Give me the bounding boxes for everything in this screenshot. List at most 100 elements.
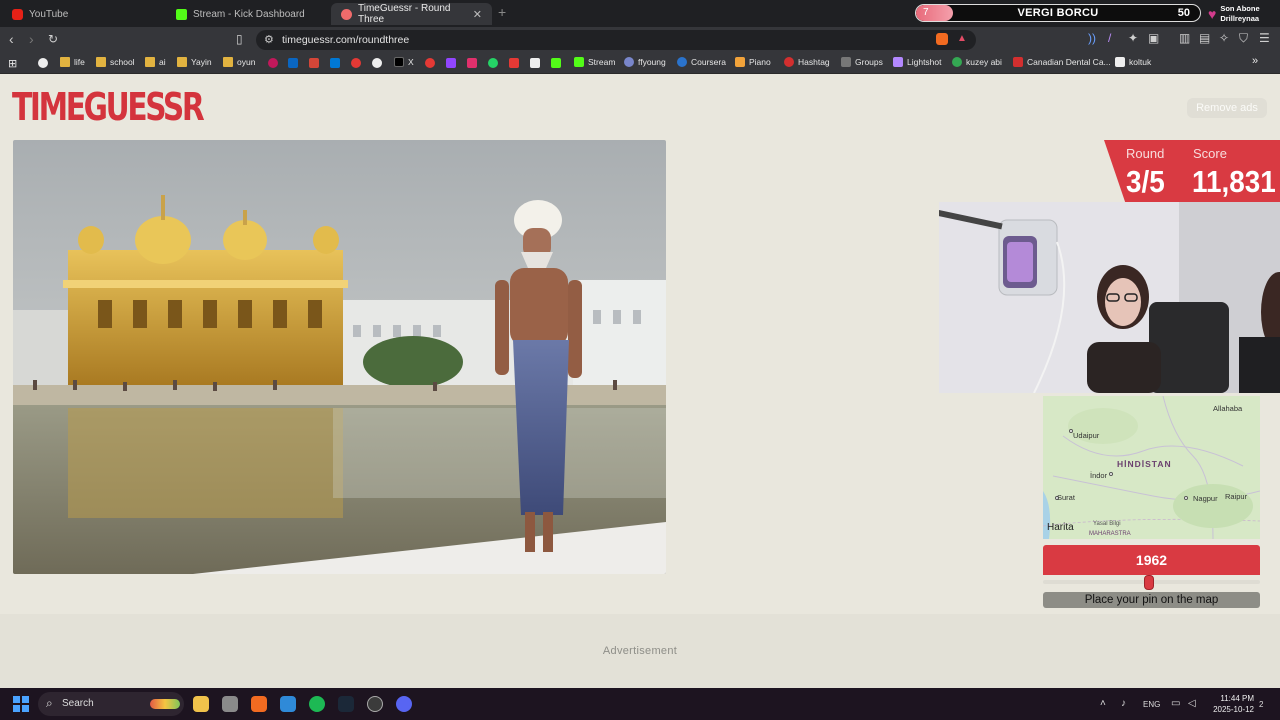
timeguessr-page: TIMEGUESSR Remove ads Round Score 3/5 11…: [0, 75, 1280, 688]
city-label: Nagpur: [1193, 494, 1218, 503]
leo-ai-icon[interactable]: ✧: [1219, 31, 1229, 45]
search-icon: ⌕: [46, 696, 53, 710]
file-explorer-icon[interactable]: [193, 696, 209, 712]
new-tab-button[interactable]: +: [498, 4, 506, 20]
bookmark-app-icon[interactable]: [425, 58, 435, 68]
bookmark-x[interactable]: X: [394, 57, 414, 67]
clock-time: 11:44 PM: [1220, 694, 1254, 703]
extensions-icon[interactable]: ✦: [1128, 31, 1138, 45]
url-field[interactable]: ⚙ timeguessr.com/roundthree: [256, 30, 976, 50]
year-slider-thumb[interactable]: [1144, 575, 1155, 590]
network-icon[interactable]: ▭: [1171, 698, 1180, 709]
discord-icon[interactable]: [396, 696, 412, 712]
lightshot-icon: [893, 57, 903, 67]
tab-timeguessr[interactable]: TimeGuessr - Round Three ✕: [331, 3, 492, 25]
close-tab-icon[interactable]: ✕: [473, 8, 482, 21]
spotify-icon[interactable]: [309, 696, 325, 712]
windows-start-button[interactable]: [13, 696, 29, 712]
reload-button[interactable]: ↻: [48, 32, 58, 46]
back-button[interactable]: ‹: [9, 32, 14, 46]
bookmark-life[interactable]: life: [60, 57, 85, 67]
goal-progress-bar: 7 VERGI BORCU 50: [915, 4, 1201, 22]
golden-temple-photo: [13, 140, 666, 574]
tab-youtube[interactable]: YouTube: [2, 3, 164, 25]
translate-icon[interactable]: )): [1088, 31, 1096, 45]
hashtag-icon: [784, 57, 794, 67]
linkedin-icon[interactable]: [288, 58, 298, 68]
x-icon: [394, 57, 404, 67]
gmail-icon[interactable]: [309, 58, 319, 68]
show-hidden-icons[interactable]: ˄: [1100, 698, 1106, 709]
round-photo[interactable]: [13, 140, 666, 574]
tab-title: Stream - Kick Dashboard: [193, 8, 305, 20]
bookmark-groups[interactable]: Groups: [841, 57, 883, 67]
amazon-icon[interactable]: [530, 58, 540, 68]
tumblr-icon[interactable]: [509, 58, 519, 68]
amazon-icon: [1115, 57, 1125, 67]
instagram-icon[interactable]: [467, 58, 477, 68]
bookmark-school[interactable]: school: [96, 57, 135, 67]
rewards-icon[interactable]: ▲: [957, 33, 969, 45]
google-icon[interactable]: [38, 58, 48, 68]
language-indicator[interactable]: ENG: [1143, 700, 1160, 709]
city-label: İndor: [1090, 471, 1108, 480]
notification-count[interactable]: 2: [1259, 700, 1263, 709]
steam-icon[interactable]: [338, 696, 354, 712]
bookmark-lightshot[interactable]: Lightshot: [893, 57, 942, 67]
bookmark-kuzey-abi[interactable]: kuzey abi: [952, 57, 1002, 67]
clock[interactable]: 11:44 PM 2025-10-12: [1208, 693, 1254, 715]
bookmark-piano[interactable]: Piano: [735, 57, 771, 67]
youtube-icon: [12, 8, 23, 20]
whatsapp-icon[interactable]: [488, 58, 498, 68]
bookmark-ai[interactable]: ai: [145, 57, 166, 67]
taskbar-search[interactable]: ⌕ Search: [38, 692, 184, 716]
url-text: timeguessr.com/roundthree: [282, 34, 410, 46]
tab-kick-dashboard[interactable]: Stream - Kick Dashboard: [166, 3, 328, 25]
bookmark-canadian-dental[interactable]: Canadian Dental Ca...: [1013, 57, 1111, 67]
menu-icon[interactable]: ☰: [1259, 31, 1270, 45]
microphone-icon[interactable]: ♪: [1121, 698, 1126, 709]
bookmark-coursera[interactable]: Coursera: [677, 57, 726, 67]
youtube-bookmark-icon[interactable]: [351, 58, 361, 68]
media-icon[interactable]: ▣: [1148, 31, 1159, 45]
pen-extension-icon[interactable]: /: [1108, 31, 1111, 45]
obs-icon[interactable]: [367, 696, 383, 712]
bookmark-oyun[interactable]: oyun: [223, 57, 255, 67]
bookmark-ffyoung[interactable]: ffyoung: [624, 57, 666, 67]
bookmark-stream[interactable]: Stream: [574, 57, 615, 67]
app-icon[interactable]: [222, 696, 238, 712]
windows-taskbar: ⌕ Search ˄ ♪ ENG ▭ ◁ 11:44 PM 2025-10-12…: [0, 688, 1280, 720]
twitch-icon[interactable]: [446, 58, 456, 68]
timeguessr-logo[interactable]: TIMEGUESSR: [12, 85, 205, 129]
brave-browser-icon[interactable]: [251, 696, 267, 712]
kick-bookmark-icon[interactable]: [551, 58, 561, 68]
bookmark-yayin[interactable]: Yayin: [177, 57, 212, 67]
apps-grid-icon[interactable]: ⊞: [8, 57, 17, 70]
guess-map[interactable]: Udaipur Allahaba İndor HİNDİSTAN Surat N…: [1043, 396, 1260, 539]
photos-icon[interactable]: [280, 696, 296, 712]
place-pin-button[interactable]: Place your pin on the map: [1043, 592, 1260, 608]
google-bookmark-icon[interactable]: [372, 58, 382, 68]
year-slider[interactable]: [1043, 575, 1260, 590]
bookmark-hashtag[interactable]: Hashtag: [784, 57, 830, 67]
map-attribution[interactable]: Yasal Bilgi: [1093, 521, 1121, 527]
folder-icon: [60, 57, 70, 67]
forward-button[interactable]: ›: [29, 32, 34, 46]
bookmark-app-icon[interactable]: [268, 58, 278, 68]
city-dot: [1184, 496, 1188, 500]
bookmark-icon[interactable]: ▯: [236, 32, 243, 46]
round-score-panel: Round Score 3/5 11,831: [1104, 140, 1280, 202]
remove-ads-button[interactable]: Remove ads: [1187, 98, 1267, 118]
map-logo: Harita: [1047, 522, 1074, 533]
more-bookmarks-icon[interactable]: »: [1252, 55, 1258, 67]
vpn-shield-icon[interactable]: ⛉: [1239, 31, 1248, 46]
site-settings-icon[interactable]: ⚙: [264, 33, 274, 46]
round-label: Round: [1126, 146, 1165, 161]
sidebar-icon[interactable]: ▥: [1179, 31, 1190, 45]
outlook-icon[interactable]: [330, 58, 340, 68]
brave-shield-icon[interactable]: [936, 33, 948, 45]
volume-icon[interactable]: ◁: [1188, 698, 1196, 709]
bookmark-koltuk[interactable]: koltuk: [1115, 57, 1151, 67]
wallet-icon[interactable]: ▤: [1199, 31, 1210, 45]
city-label: Surat: [1057, 493, 1075, 502]
